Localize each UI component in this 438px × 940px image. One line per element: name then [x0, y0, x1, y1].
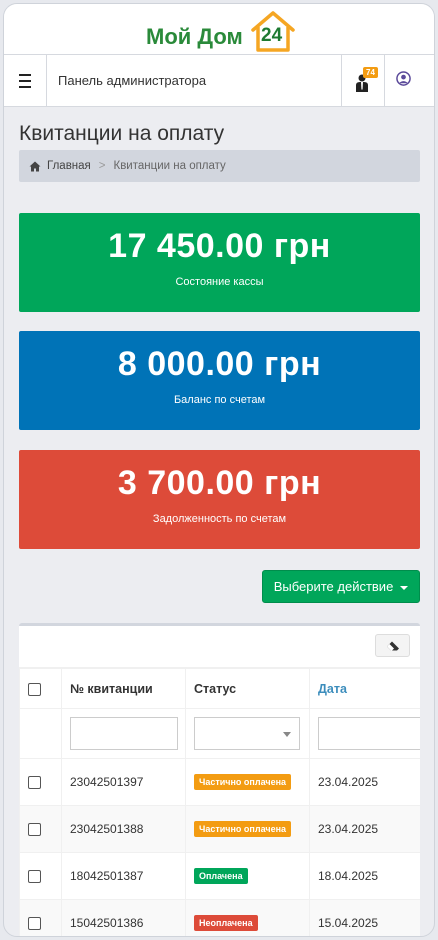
number-filter-input[interactable] [70, 717, 178, 750]
table-row[interactable]: 23042501397 Частично оплачена 23.04.2025 [19, 758, 420, 806]
row-checkbox-cell [19, 852, 62, 900]
chevron-down-icon [283, 732, 291, 737]
stat-value: 8 000.00 грн [117, 345, 322, 383]
column-header-date[interactable]: Дата [309, 668, 420, 709]
row-checkbox[interactable] [28, 823, 41, 837]
eraser-icon [386, 641, 399, 650]
filter-cell-date [309, 708, 420, 759]
table-row[interactable]: 15042501386 Неоплачена 15.04.2025 [19, 899, 420, 936]
stat-label: Баланс по счетам [173, 394, 266, 406]
status-filter-select[interactable] [194, 717, 300, 750]
receipts-table-box: № квитанции Статус Дата 23042501397 Части… [19, 623, 420, 936]
receipt-number: 23042501397 [61, 758, 186, 806]
stat-cash-state: 17 450.00 грн Состояние кассы [19, 213, 420, 312]
clear-filters-button[interactable] [375, 634, 410, 657]
notifications-button[interactable]: 74 [341, 55, 385, 107]
row-checkbox-cell [19, 899, 62, 936]
date-filter-input[interactable] [318, 717, 420, 750]
status-badge: Частично оплачена [194, 774, 292, 790]
select-all-checkbox[interactable] [28, 682, 41, 696]
receipt-number: 15042501386 [61, 899, 186, 936]
receipt-date: 18.04.2025 [309, 852, 420, 900]
home-icon [29, 161, 41, 171]
stat-account-debt: 3 700.00 грн Задолженность по счетам [19, 450, 420, 549]
stat-value: 17 450.00 грн [108, 227, 331, 265]
status-badge: Неоплачена [194, 915, 258, 931]
stat-account-balance: 8 000.00 грн Баланс по счетам [19, 331, 420, 430]
column-header-status[interactable]: Статус [185, 668, 310, 709]
menu-toggle-button[interactable] [4, 55, 47, 107]
row-checkbox[interactable] [28, 776, 41, 790]
breadcrumb-home-link[interactable]: Главная [47, 160, 91, 172]
status-cell: Частично оплачена [185, 758, 310, 806]
filter-cell-empty [19, 708, 62, 759]
hamburger-icon [19, 72, 31, 90]
filter-row [19, 708, 420, 759]
caret-down-icon [400, 585, 409, 590]
notifications-badge: 74 [363, 67, 378, 78]
table-header-row: № квитанции Статус Дата [19, 668, 420, 709]
breadcrumb: Главная > Квитанции на оплату [19, 150, 420, 182]
filter-cell-status [185, 708, 310, 759]
select-action-label: Выберите действие [273, 579, 394, 594]
logo-text: Мой Дом [146, 24, 243, 49]
stat-value: 3 700.00 грн [117, 464, 322, 502]
status-badge: Оплачена [194, 868, 248, 884]
table-row[interactable]: 23042501388 Частично оплачена 23.04.2025 [19, 805, 420, 853]
app-frame: Мой Дом 24 Панель администратора 74 Квит… [3, 3, 435, 937]
receipt-date: 15.04.2025 [309, 899, 420, 936]
status-cell: Оплачена [185, 852, 310, 900]
receipt-date: 23.04.2025 [309, 758, 420, 806]
status-badge: Частично оплачена [194, 821, 292, 837]
column-header-number[interactable]: № квитанции [61, 668, 186, 709]
user-circle-icon [396, 71, 411, 86]
row-checkbox-cell [19, 805, 62, 853]
breadcrumb-current: Квитанции на оплату [113, 160, 226, 172]
receipt-number: 23042501388 [61, 805, 186, 853]
table-row[interactable]: 18042501387 Оплачена 18.04.2025 [19, 852, 420, 900]
receipt-date: 23.04.2025 [309, 805, 420, 853]
breadcrumb-separator: > [98, 160, 106, 172]
page-title: Квитанции на оплату [19, 122, 225, 145]
logo-bar: Мой Дом 24 [4, 4, 434, 55]
navbar-title: Панель администратора [58, 73, 207, 88]
row-checkbox[interactable] [28, 870, 41, 884]
select-all-cell [19, 668, 62, 709]
receipts-table: № квитанции Статус Дата 23042501397 Части… [19, 668, 420, 936]
user-menu-button[interactable] [396, 71, 411, 91]
row-checkbox[interactable] [28, 917, 41, 931]
box-tools [19, 626, 420, 668]
filter-cell-number [61, 708, 186, 759]
status-cell: Частично оплачена [185, 805, 310, 853]
status-cell: Неоплачена [185, 899, 310, 936]
top-navbar: Панель администратора 74 [4, 55, 434, 107]
receipt-number: 18042501387 [61, 852, 186, 900]
logo-number: 24 [261, 25, 283, 46]
select-action-button[interactable]: Выберите действие [262, 570, 420, 603]
stat-label: Состояние кассы [175, 276, 264, 288]
row-checkbox-cell [19, 758, 62, 806]
stat-label: Задолженность по счетам [152, 513, 287, 525]
